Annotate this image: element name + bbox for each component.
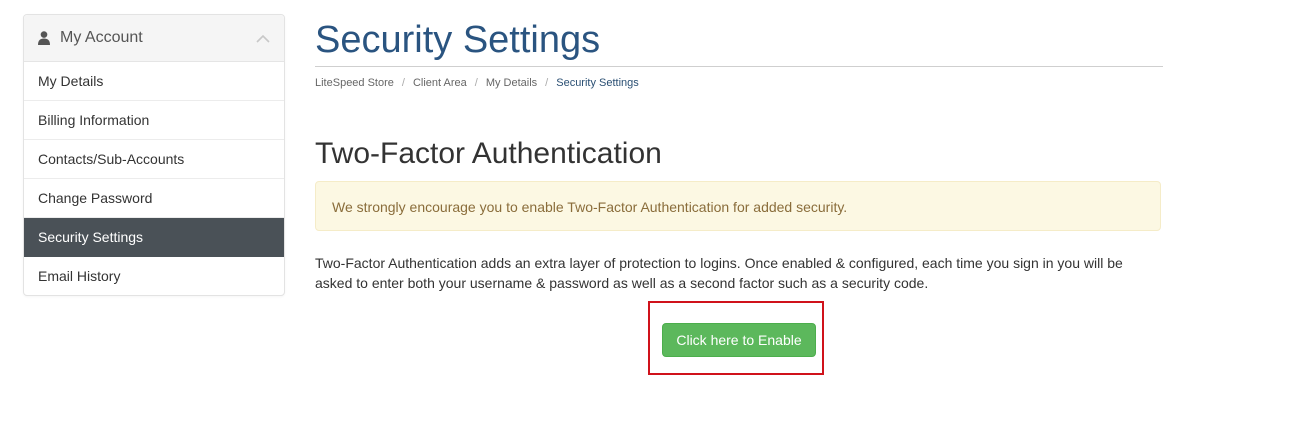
breadcrumb-item-current: Security Settings — [556, 77, 639, 89]
breadcrumb-separator: / — [401, 77, 405, 89]
warning-alert: We strongly encourage you to enable Two-… — [315, 181, 1161, 231]
breadcrumb-separator: / — [545, 77, 549, 89]
description-text: Two-Factor Authentication adds an extra … — [315, 255, 1123, 291]
sidebar-item-contacts[interactable]: Contacts/Sub-Accounts — [24, 140, 284, 179]
sidebar-title: My Account — [60, 29, 143, 46]
chevron-up-icon[interactable] — [256, 31, 270, 43]
sidebar-header[interactable]: My Account — [24, 15, 284, 62]
account-sidebar: My Account My Details Billing Informatio… — [23, 14, 285, 296]
breadcrumb-item-client-area[interactable]: Client Area — [413, 77, 467, 89]
breadcrumb-item-my-details[interactable]: My Details — [486, 77, 537, 89]
sidebar-item-my-details[interactable]: My Details — [24, 62, 284, 101]
enable-2fa-button[interactable]: Click here to Enable — [662, 323, 816, 357]
main-content: Security Settings LiteSpeed Store / Client… — [315, 0, 1163, 375]
breadcrumb-separator: / — [474, 77, 478, 89]
sidebar-item-security-settings[interactable]: Security Settings — [24, 218, 284, 257]
sidebar-item-email-history[interactable]: Email History — [24, 257, 284, 295]
section-title: Two-Factor Authentication — [315, 137, 662, 170]
breadcrumb-item-store[interactable]: LiteSpeed Store — [315, 77, 394, 89]
sidebar-item-change-password[interactable]: Change Password — [24, 179, 284, 218]
page-title: Security Settings — [315, 17, 1163, 67]
user-icon — [38, 31, 50, 45]
breadcrumb: LiteSpeed Store / Client Area / My Details / S… — [315, 77, 1163, 93]
sidebar-item-billing-information[interactable]: Billing Information — [24, 101, 284, 140]
